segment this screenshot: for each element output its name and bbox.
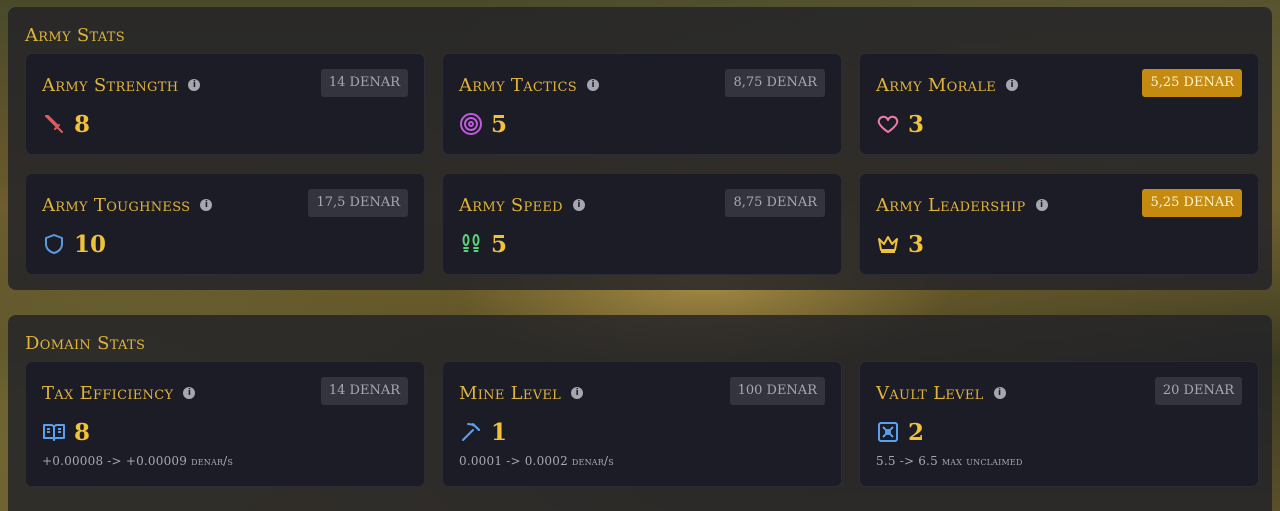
upgrade-leadership-button[interactable]: 5,25 DENAR xyxy=(1142,189,1242,217)
heart-icon xyxy=(877,115,899,133)
stat-value: 3 xyxy=(908,230,925,258)
pickaxe-icon xyxy=(462,423,480,441)
stat-title: Tax Efficiency xyxy=(42,382,174,404)
stat-title: Army Tactics xyxy=(459,74,578,96)
stat-value: 5 xyxy=(491,230,508,258)
stat-delta: +0.00008 -> +0.00009 denar/s xyxy=(42,454,234,468)
army-speed-card: Army Speed i 8,75 DENAR 5 xyxy=(442,173,842,275)
stat-title: Vault Level xyxy=(876,382,984,404)
army-leadership-card: Army Leadership i 5,25 DENAR 3 xyxy=(859,173,1259,275)
sword-icon xyxy=(45,115,63,133)
army-tactics-card: Army Tactics i 8,75 DENAR 5 xyxy=(442,53,842,155)
stat-title: Army Toughness xyxy=(42,194,191,216)
upgrade-toughness-button[interactable]: 17,5 DENAR xyxy=(308,189,408,217)
tax-efficiency-card: Tax Efficiency i 14 DENAR 8 +0.00008 -> … xyxy=(25,361,425,487)
stat-title: Army Speed xyxy=(459,194,563,216)
info-icon[interactable]: i xyxy=(183,387,196,399)
shield-icon xyxy=(45,234,63,254)
army-strength-card: Army Strength i 14 DENAR 8 xyxy=(25,53,425,155)
army-stats-title: Army Stats xyxy=(25,25,125,46)
stat-title: Mine Level xyxy=(459,382,562,404)
info-icon[interactable]: i xyxy=(1006,79,1019,91)
stat-title: Army Morale xyxy=(876,74,997,96)
stat-value: 8 xyxy=(74,418,91,446)
crown-icon xyxy=(878,236,898,253)
target-icon xyxy=(460,113,482,135)
domain-stats-panel: Domain Stats Tax Efficiency i 14 DENAR 8… xyxy=(8,315,1272,511)
info-icon[interactable]: i xyxy=(587,79,600,91)
army-toughness-card: Army Toughness i 17,5 DENAR 10 xyxy=(25,173,425,275)
upgrade-tactics-button[interactable]: 8,75 DENAR xyxy=(725,69,825,97)
stat-value: 5 xyxy=(491,110,508,138)
stat-value: 10 xyxy=(74,230,107,258)
upgrade-mine-button[interactable]: 100 DENAR xyxy=(729,377,825,405)
upgrade-vault-button[interactable]: 20 DENAR xyxy=(1154,377,1242,405)
info-icon[interactable]: i xyxy=(571,387,584,399)
upgrade-morale-button[interactable]: 5,25 DENAR xyxy=(1142,69,1242,97)
upgrade-strength-button[interactable]: 14 DENAR xyxy=(320,69,408,97)
stat-title: Army Strength xyxy=(42,74,179,96)
info-icon[interactable]: i xyxy=(188,79,201,91)
vault-level-card: Vault Level i 20 DENAR 2 5.5 -> 6.5 max … xyxy=(859,361,1259,487)
stat-value: 3 xyxy=(908,110,925,138)
info-icon[interactable]: i xyxy=(572,199,585,211)
stat-value: 2 xyxy=(908,418,925,446)
info-icon[interactable]: i xyxy=(993,387,1006,399)
stat-value: 8 xyxy=(74,110,91,138)
info-icon[interactable]: i xyxy=(1035,199,1048,211)
footprints-icon xyxy=(462,234,480,252)
domain-stats-title: Domain Stats xyxy=(25,333,146,354)
vault-icon xyxy=(878,422,898,442)
book-icon xyxy=(43,424,65,441)
stat-delta: 0.0001 -> 0.0002 denar/s xyxy=(459,454,614,468)
stat-delta: 5.5 -> 6.5 max unclaimed xyxy=(876,454,1023,468)
army-stats-panel: Army Stats Army Strength i 14 DENAR 8 Ar… xyxy=(8,7,1272,290)
stat-title: Army Leadership xyxy=(876,194,1026,216)
upgrade-tax-button[interactable]: 14 DENAR xyxy=(320,377,408,405)
mine-level-card: Mine Level i 100 DENAR 1 0.0001 -> 0.000… xyxy=(442,361,842,487)
info-icon[interactable]: i xyxy=(200,199,213,211)
upgrade-speed-button[interactable]: 8,75 DENAR xyxy=(725,189,825,217)
stat-value: 1 xyxy=(491,418,508,446)
army-morale-card: Army Morale i 5,25 DENAR 3 xyxy=(859,53,1259,155)
